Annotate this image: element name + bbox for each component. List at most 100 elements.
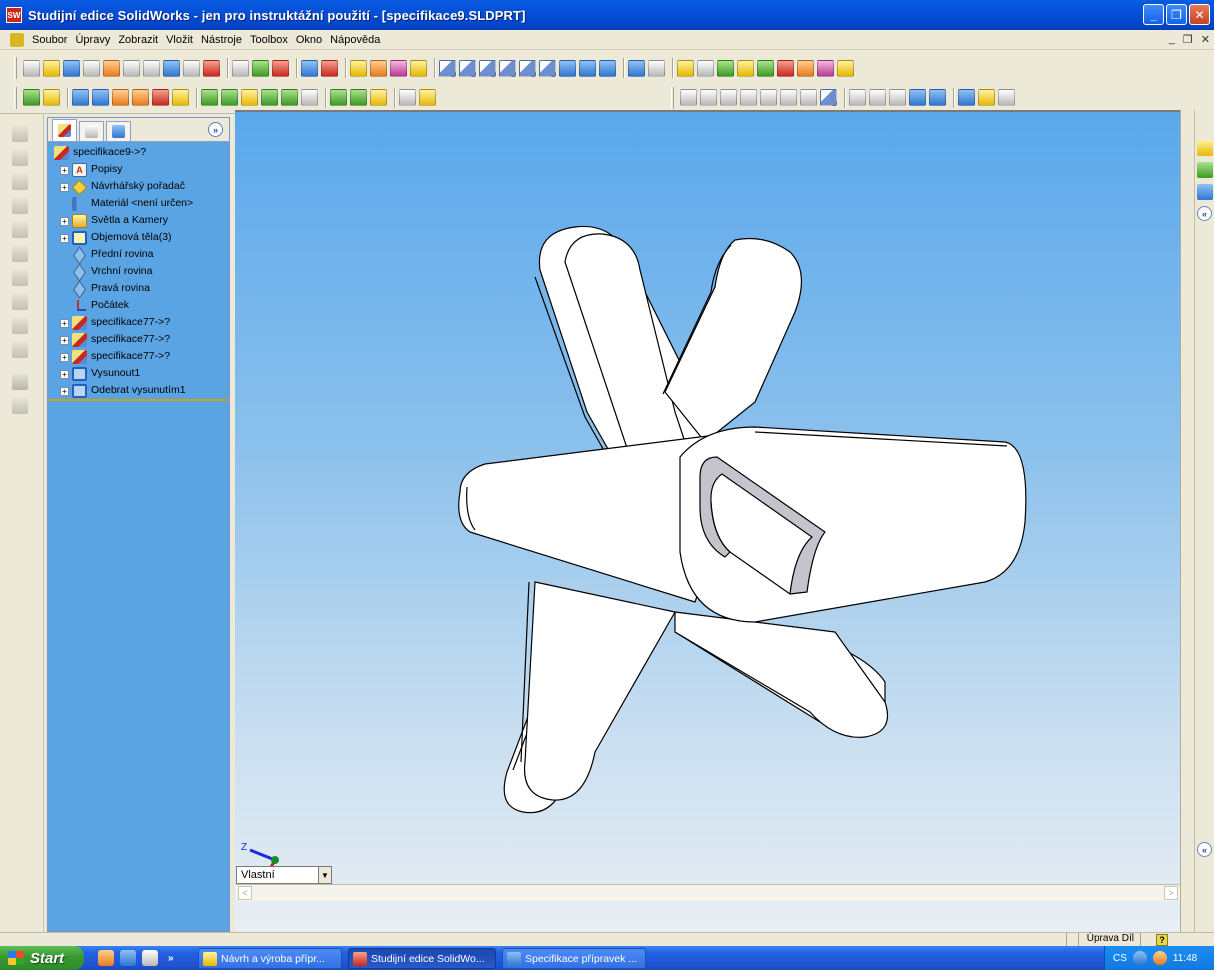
sketch-icon[interactable]: [252, 59, 269, 77]
expand-toggle[interactable]: +: [60, 353, 69, 362]
title-bar[interactable]: SW Studijní edice SolidWorks - jen pro i…: [0, 0, 1214, 30]
verify-icon[interactable]: [757, 59, 774, 77]
shadows-icon[interactable]: [958, 89, 975, 106]
language-indicator[interactable]: CS: [1113, 953, 1127, 964]
scroll-right-button[interactable]: >: [1164, 886, 1178, 900]
expand-toggle[interactable]: +: [60, 370, 69, 379]
options-icon[interactable]: [350, 59, 367, 77]
redo-icon[interactable]: [183, 59, 200, 77]
new-icon[interactable]: [23, 59, 40, 77]
rotate-icon[interactable]: [780, 89, 797, 106]
sketch-tool-icon[interactable]: [12, 318, 28, 334]
loft-icon[interactable]: [132, 89, 149, 106]
extrude-icon[interactable]: [72, 89, 89, 106]
quick-launch-media-icon[interactable]: [120, 950, 136, 966]
revolve-icon[interactable]: [92, 89, 109, 106]
sketch-flyout-icon[interactable]: [12, 374, 28, 390]
taskbar-item-solidworks[interactable]: Studijní edice SolidWo...: [348, 948, 496, 969]
quick-launch-desktop-icon[interactable]: [142, 950, 158, 966]
save-icon[interactable]: [63, 59, 80, 77]
view-iso-icon[interactable]: [559, 59, 576, 77]
cut-icon[interactable]: [152, 89, 169, 106]
color-icon[interactable]: [321, 59, 338, 77]
document-icon[interactable]: [10, 32, 24, 47]
vertical-scrollbar[interactable]: [1180, 110, 1194, 932]
previous-view-icon[interactable]: [680, 89, 697, 106]
file-explorer-icon[interactable]: [1197, 184, 1213, 200]
sketch-tool-icon[interactable]: [12, 126, 28, 142]
smart-dimension-icon[interactable]: [43, 89, 60, 106]
task-pane-collapse-top[interactable]: «: [1197, 206, 1212, 221]
sketch-tool-icon[interactable]: [12, 222, 28, 238]
tab-featuremanager[interactable]: [52, 119, 77, 141]
quick-launch-more[interactable]: »: [168, 953, 174, 964]
task-pane-collapse-bottom[interactable]: «: [1197, 842, 1212, 857]
view-orientation-icon[interactable]: [820, 89, 837, 106]
view-back-icon[interactable]: [459, 59, 476, 77]
sketch-tool-icon[interactable]: [12, 294, 28, 310]
tab-propertymanager[interactable]: [79, 121, 104, 141]
close-button[interactable]: ✕: [1189, 4, 1210, 25]
curvature-icon[interactable]: [817, 59, 834, 77]
maximize-button[interactable]: ❐: [1166, 4, 1187, 25]
preview-icon[interactable]: [143, 59, 160, 77]
home-icon[interactable]: [1197, 140, 1213, 156]
expand-toggle[interactable]: +: [60, 183, 69, 192]
zoom-in-out-icon[interactable]: [740, 89, 757, 106]
view-select[interactable]: Vlastní ▼: [236, 866, 332, 884]
zoom-to-area-icon[interactable]: [720, 89, 737, 106]
sketch-tool-icon[interactable]: [12, 398, 28, 414]
menu-vlozit[interactable]: Vložit: [162, 34, 197, 46]
wireframe-icon[interactable]: [849, 89, 866, 106]
check-icon[interactable]: [737, 59, 754, 77]
linear-pattern-icon[interactable]: [330, 89, 347, 106]
expand-toggle[interactable]: +: [60, 319, 69, 328]
view-bottom-icon[interactable]: [539, 59, 556, 77]
grid-icon[interactable]: [301, 59, 318, 77]
view-trimetric-icon[interactable]: [579, 59, 596, 77]
rollback-bar[interactable]: [48, 399, 229, 401]
sketch-toggle-icon[interactable]: [23, 89, 40, 106]
mirror-icon[interactable]: [370, 89, 387, 106]
hidden-lines-visible-icon[interactable]: [869, 89, 886, 106]
measure-icon[interactable]: [677, 59, 694, 77]
undo-icon[interactable]: [163, 59, 180, 77]
sweep-icon[interactable]: [112, 89, 129, 106]
normal-to-icon[interactable]: [628, 59, 645, 77]
expand-toggle[interactable]: +: [60, 336, 69, 345]
open-icon[interactable]: [43, 59, 60, 77]
hidden-lines-removed-icon[interactable]: [889, 89, 906, 106]
print-icon[interactable]: [123, 59, 140, 77]
select-icon[interactable]: [232, 59, 249, 77]
analysis-icon[interactable]: [837, 59, 854, 77]
print-preview-icon[interactable]: [83, 59, 100, 77]
draft-analysis-icon[interactable]: [777, 59, 794, 77]
toolbar-grip[interactable]: [14, 86, 17, 109]
realview-icon[interactable]: [998, 89, 1015, 106]
help-icon[interactable]: ?: [1156, 934, 1168, 946]
draft-icon[interactable]: [281, 89, 298, 106]
shaded-icon[interactable]: [929, 89, 946, 106]
mass-properties-icon[interactable]: [697, 59, 714, 77]
quick-launch-browser-icon[interactable]: [98, 950, 114, 966]
sketch-tool-icon[interactable]: [12, 246, 28, 262]
expand-panel-button[interactable]: »: [208, 122, 223, 137]
menu-zobrazit[interactable]: Zobrazit: [114, 34, 162, 46]
rebuild-icon[interactable]: [103, 59, 120, 77]
chevron-down-icon[interactable]: ▼: [318, 867, 331, 883]
dome-icon[interactable]: [301, 89, 318, 106]
sketch-tool-icon[interactable]: [12, 150, 28, 166]
scroll-left-button[interactable]: <: [238, 886, 252, 900]
equations-icon[interactable]: [717, 59, 734, 77]
help-icon[interactable]: [410, 59, 427, 77]
view-front-icon[interactable]: [439, 59, 456, 77]
menu-okno[interactable]: Okno: [292, 34, 326, 46]
rib-icon[interactable]: [241, 89, 258, 106]
sketch-tool-icon[interactable]: [12, 270, 28, 286]
perspective-icon[interactable]: [978, 89, 995, 106]
sketch-tool-icon[interactable]: [12, 198, 28, 214]
doc-minimize-button[interactable]: _: [1169, 33, 1175, 46]
toolbar-grip[interactable]: [14, 57, 17, 79]
sketch-tool-icon[interactable]: [12, 174, 28, 190]
design-library-icon[interactable]: [1197, 162, 1213, 178]
